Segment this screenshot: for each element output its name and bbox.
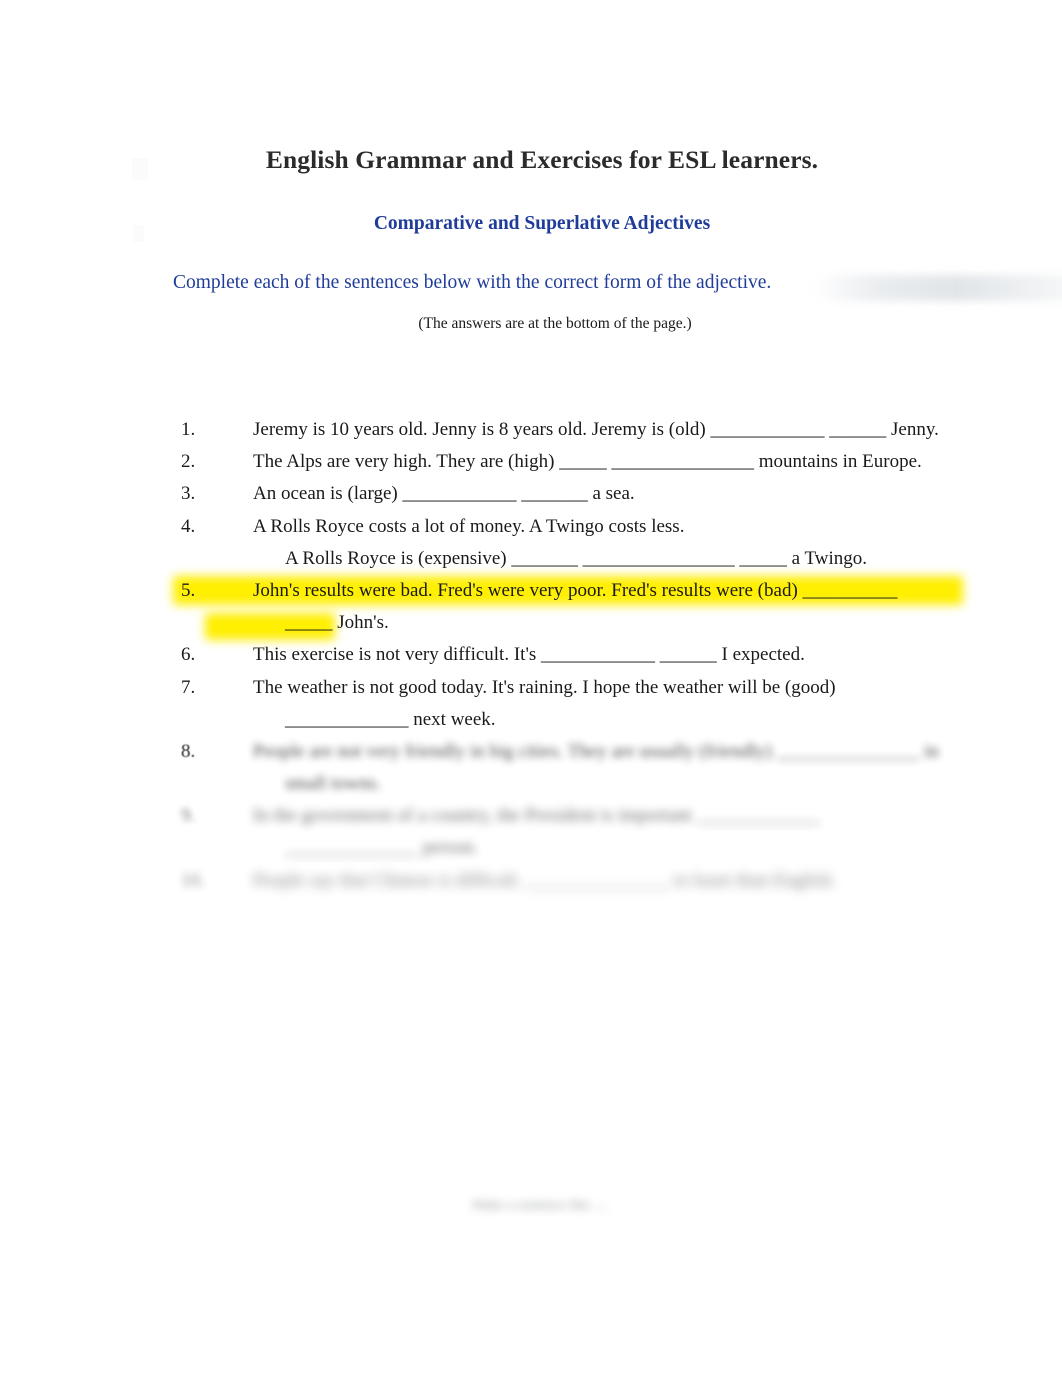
exercise-number: 3. bbox=[181, 483, 196, 505]
exercise-text-line1: In the government of a country, the Pres… bbox=[253, 805, 821, 827]
exercise-number: 8. bbox=[181, 740, 196, 762]
exercise-item-4: 4. A Rolls Royce costs a lot of money. A… bbox=[181, 515, 1021, 572]
exercise-text: John's results were bad. Fred's were ver… bbox=[253, 579, 1021, 636]
instruction-block: Complete each of the sentences below wit… bbox=[173, 271, 1062, 301]
exercise-text: An ocean is (large) ____________ _______… bbox=[253, 483, 635, 505]
exercise-text: A Rolls Royce costs a lot of money. A Tw… bbox=[253, 515, 1021, 572]
exercise-text-line1: The weather is not good today. It's rain… bbox=[253, 676, 836, 698]
exercise-item-10: 10. People say that Chinese is difficult… bbox=[181, 869, 1021, 894]
exercise-item-9: 9. In the government of a country, the P… bbox=[181, 804, 1021, 861]
page-title: English Grammar and Exercises for ESL le… bbox=[265, 145, 819, 175]
exercise-text-line1: John's results were bad. Fred's were ver… bbox=[253, 579, 898, 601]
exercise-text-line2: ______________ person. bbox=[285, 837, 479, 859]
exercise-text-illegible: People are not very friendly in big citi… bbox=[253, 740, 1021, 797]
exercise-number: 1. bbox=[181, 419, 196, 440]
page-subtitle: Comparative and Superlative Adjectives bbox=[373, 213, 711, 235]
exercise-text: Jeremy is 10 years old. Jenny is 8 years… bbox=[253, 419, 939, 440]
exercise-text: This exercise is not very difficult. It'… bbox=[253, 644, 805, 666]
exercise-item-5: 5. John's results were bad. Fred's were … bbox=[173, 575, 1021, 640]
exercise-number: 4. bbox=[181, 515, 196, 537]
instruction-text: Complete each of the sentences below wit… bbox=[173, 272, 772, 293]
exercise-text-line2: small towns. bbox=[285, 773, 382, 795]
exercise-number: 6. bbox=[181, 644, 196, 666]
exercise-number: 9. bbox=[181, 805, 196, 827]
document-page: English Grammar and Exercises for ESL le… bbox=[0, 0, 1062, 1377]
exercise-text-line2: A Rolls Royce is (expensive) _______ ___… bbox=[285, 547, 868, 569]
exercise-number: 2. bbox=[181, 451, 196, 473]
exercise-text: The weather is not good today. It's rain… bbox=[253, 676, 1021, 733]
exercise-item-6: 6. This exercise is not very difficult. … bbox=[181, 643, 1021, 668]
exercise-text-line1: People are not very friendly in big citi… bbox=[253, 740, 939, 762]
exercise-number: 7. bbox=[181, 676, 196, 698]
exercise-item-2: 2. The Alps are very high. They are (hig… bbox=[181, 450, 1021, 475]
exercise-text: The Alps are very high. They are (high) … bbox=[253, 451, 922, 473]
exercise-text-line1: A Rolls Royce costs a lot of money. A Tw… bbox=[253, 515, 685, 537]
page-footer: Make a sentence like .... bbox=[472, 1198, 608, 1213]
exercise-number: 10. bbox=[181, 869, 205, 891]
answers-note: (The answers are at the bottom of the pa… bbox=[418, 315, 692, 332]
exercise-text-illegible: People say that Chinese is difficult. __… bbox=[253, 869, 837, 891]
exercise-text-line2: _____________ next week. bbox=[285, 708, 496, 730]
exercise-item-8: 8. People are not very friendly in big c… bbox=[181, 740, 1021, 797]
exercise-item-1: 1. Jeremy is 10 years old. Jenny is 8 ye… bbox=[181, 418, 1021, 443]
exercise-list: 1. Jeremy is 10 years old. Jenny is 8 ye… bbox=[173, 418, 1021, 901]
exercise-item-7: 7. The weather is not good today. It's r… bbox=[181, 676, 1021, 733]
exercise-number: 5. bbox=[181, 579, 196, 601]
exercise-text-illegible: In the government of a country, the Pres… bbox=[253, 804, 1021, 861]
exercise-item-3: 3. An ocean is (large) ____________ ____… bbox=[181, 482, 1021, 507]
exercise-text-line2: _____ John's. bbox=[285, 612, 389, 634]
